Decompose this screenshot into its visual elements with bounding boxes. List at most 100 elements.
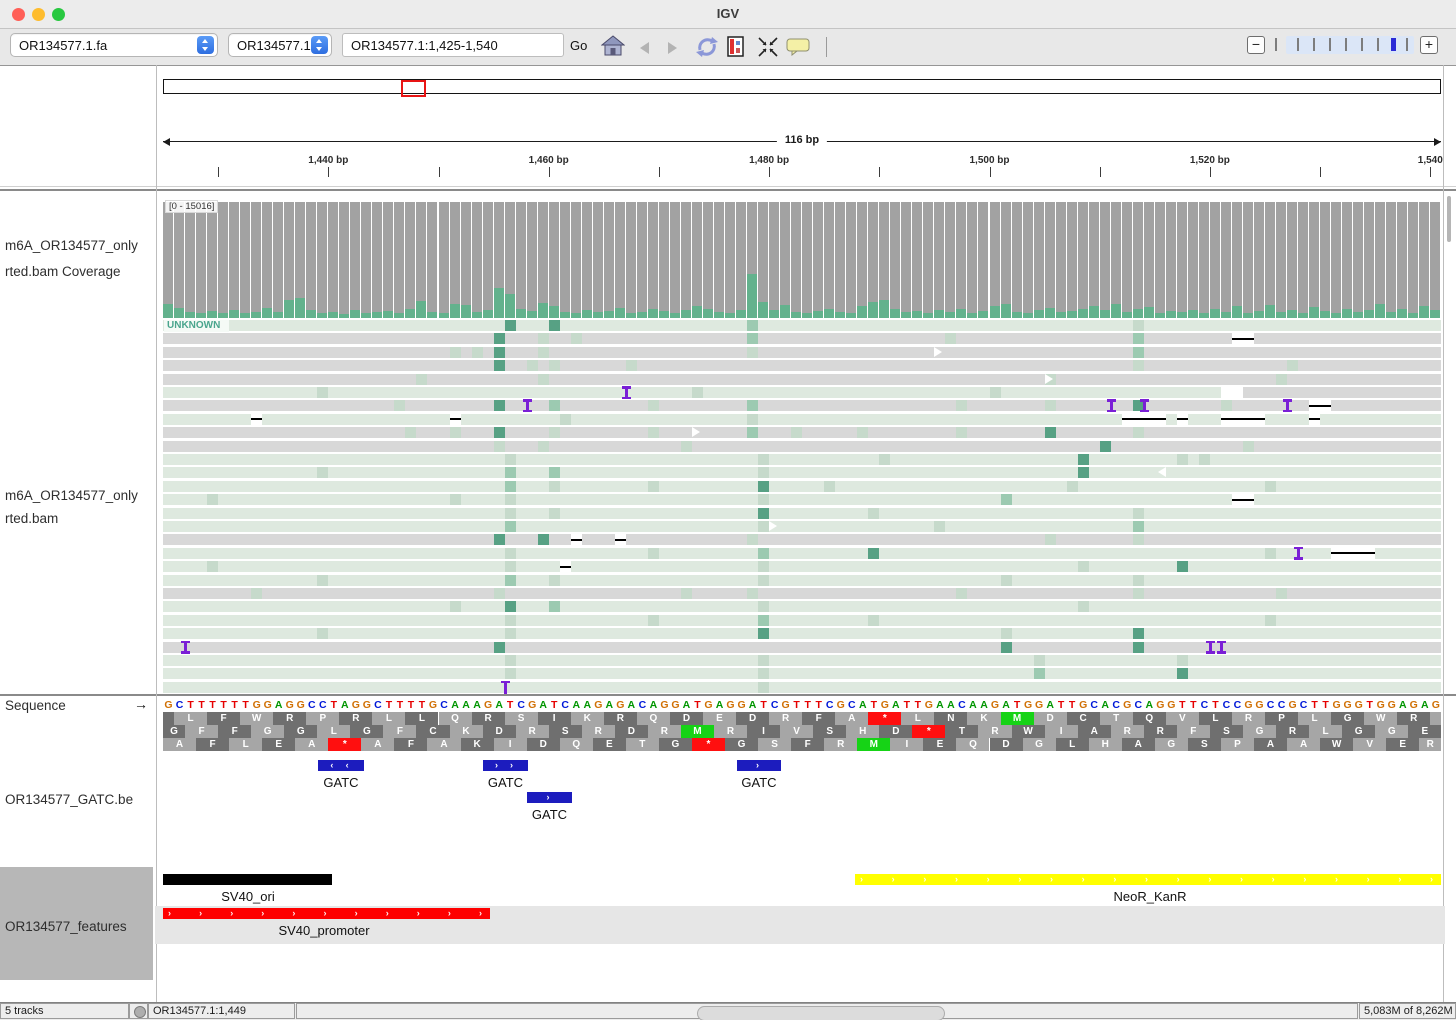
coverage-bar[interactable]: [956, 202, 966, 318]
coverage-bar[interactable]: [692, 202, 702, 318]
coverage-bar[interactable]: [383, 202, 393, 318]
coverage-bar[interactable]: [879, 202, 889, 318]
coverage-bar[interactable]: [1243, 202, 1253, 318]
coverage-track-label-line2[interactable]: rted.bam Coverage: [5, 264, 155, 279]
region-tool-icon[interactable]: [727, 36, 745, 58]
insertion-icon[interactable]: [622, 386, 631, 399]
coverage-bar[interactable]: [196, 202, 206, 318]
insertion-icon[interactable]: [1283, 399, 1292, 412]
coverage-bar[interactable]: [427, 202, 437, 318]
coverage-bar[interactable]: [527, 202, 537, 318]
coverage-bar[interactable]: [207, 202, 217, 318]
coverage-bar[interactable]: [1375, 202, 1385, 318]
coverage-bar[interactable]: [824, 202, 834, 318]
coverage-bar[interactable]: [967, 202, 977, 318]
zoom-tick[interactable]: [1275, 38, 1277, 51]
coverage-bar[interactable]: [857, 202, 867, 318]
horizontal-scrollbar-thumb[interactable]: [697, 1006, 945, 1020]
coverage-bar[interactable]: [835, 202, 845, 318]
insertion-icon[interactable]: [1140, 399, 1149, 412]
coverage-bar[interactable]: [461, 202, 471, 318]
coverage-bar[interactable]: [791, 202, 801, 318]
zoom-tick[interactable]: [1361, 38, 1363, 51]
panel-divider[interactable]: [0, 189, 1456, 191]
forward-icon[interactable]: [668, 42, 677, 54]
sequence-strand-arrow-icon[interactable]: →: [134, 696, 148, 712]
dropdown-stepper-icon[interactable]: [197, 36, 214, 54]
coverage-bar[interactable]: [1254, 202, 1264, 318]
zoom-tick[interactable]: [1345, 38, 1347, 51]
coverage-bar[interactable]: [218, 202, 228, 318]
coverage-bar[interactable]: [1232, 202, 1242, 318]
coverage-bar[interactable]: [560, 202, 570, 318]
coverage-bar[interactable]: [284, 202, 294, 318]
coverage-bar[interactable]: [1386, 202, 1396, 318]
coverage-bar[interactable]: [251, 202, 261, 318]
coverage-bar[interactable]: [1067, 202, 1077, 318]
panel-splitter[interactable]: [0, 694, 1456, 696]
coverage-bar[interactable]: [1155, 202, 1165, 318]
coverage-bar[interactable]: [1265, 202, 1275, 318]
coverage-bar[interactable]: [1353, 202, 1363, 318]
read-row[interactable]: [163, 481, 1441, 492]
coverage-bar[interactable]: [670, 202, 680, 318]
coverage-bar[interactable]: [472, 202, 482, 318]
read-row[interactable]: [163, 601, 1441, 612]
coverage-bar[interactable]: [516, 202, 526, 318]
read-row[interactable]: [163, 467, 1441, 478]
coverage-bar[interactable]: [494, 202, 504, 318]
gatc-feature[interactable]: ›: [527, 792, 572, 803]
coverage-bar[interactable]: [394, 202, 404, 318]
coverage-bar[interactable]: [626, 202, 636, 318]
alignment-track-label-line2[interactable]: rted.bam: [5, 511, 155, 526]
read-row[interactable]: [1243, 387, 1441, 398]
coverage-bar[interactable]: [802, 202, 812, 318]
coverage-bar[interactable]: [1166, 202, 1176, 318]
coverage-bar[interactable]: [450, 202, 460, 318]
coverage-bar[interactable]: [1320, 202, 1330, 318]
insertion-icon[interactable]: [1217, 641, 1226, 654]
coverage-bar[interactable]: [846, 202, 856, 318]
coverage-bar[interactable]: [813, 202, 823, 318]
coverage-bar[interactable]: [725, 202, 735, 318]
insertion-icon[interactable]: [1206, 641, 1215, 654]
read-row[interactable]: [163, 588, 1441, 599]
coverage-bar[interactable]: [229, 202, 239, 318]
coverage-bar[interactable]: [912, 202, 922, 318]
feature-bar[interactable]: [163, 874, 332, 885]
coverage-bar[interactable]: [1397, 202, 1407, 318]
coverage-bar[interactable]: [339, 202, 349, 318]
coverage-bar[interactable]: [1298, 202, 1308, 318]
read-row[interactable]: [163, 548, 1441, 559]
alignment-track-label-line1[interactable]: m6A_OR134577_only: [5, 488, 155, 503]
zoom-tick[interactable]: [1377, 38, 1379, 51]
insertion-icon[interactable]: [181, 641, 190, 654]
coverage-bar[interactable]: [978, 202, 988, 318]
zoom-tick-active[interactable]: [1391, 38, 1396, 51]
coverage-bar[interactable]: [1276, 202, 1286, 318]
coverage-bar[interactable]: [1023, 202, 1033, 318]
coverage-bar[interactable]: [571, 202, 581, 318]
coverage-bar[interactable]: [1408, 202, 1418, 318]
gatc-feature[interactable]: ›: [737, 760, 781, 771]
read-row[interactable]: [163, 628, 1441, 639]
tooltip-bubble-icon[interactable]: [786, 38, 810, 56]
read-row[interactable]: [163, 655, 1441, 666]
coverage-bar[interactable]: [747, 202, 757, 318]
coverage-bar[interactable]: [593, 202, 603, 318]
coverage-bar[interactable]: [990, 202, 1000, 318]
coverage-bar[interactable]: [1364, 202, 1374, 318]
coverage-track-label-line1[interactable]: m6A_OR134577_only: [5, 238, 155, 253]
zoom-tick[interactable]: [1313, 38, 1315, 51]
gatc-track-label[interactable]: OR134577_GATC.be: [5, 792, 155, 807]
read-row[interactable]: [163, 427, 1441, 438]
chromosome-select[interactable]: OR134577.1: [228, 33, 332, 57]
sequence-track-label[interactable]: Sequence: [5, 698, 155, 713]
coverage-bar[interactable]: [317, 202, 327, 318]
coverage-bar[interactable]: [416, 202, 426, 318]
coverage-bar[interactable]: [361, 202, 371, 318]
coverage-bar[interactable]: [328, 202, 338, 318]
coverage-bar[interactable]: [736, 202, 746, 318]
fit-window-icon[interactable]: [758, 37, 778, 57]
coverage-bar[interactable]: [163, 202, 173, 318]
